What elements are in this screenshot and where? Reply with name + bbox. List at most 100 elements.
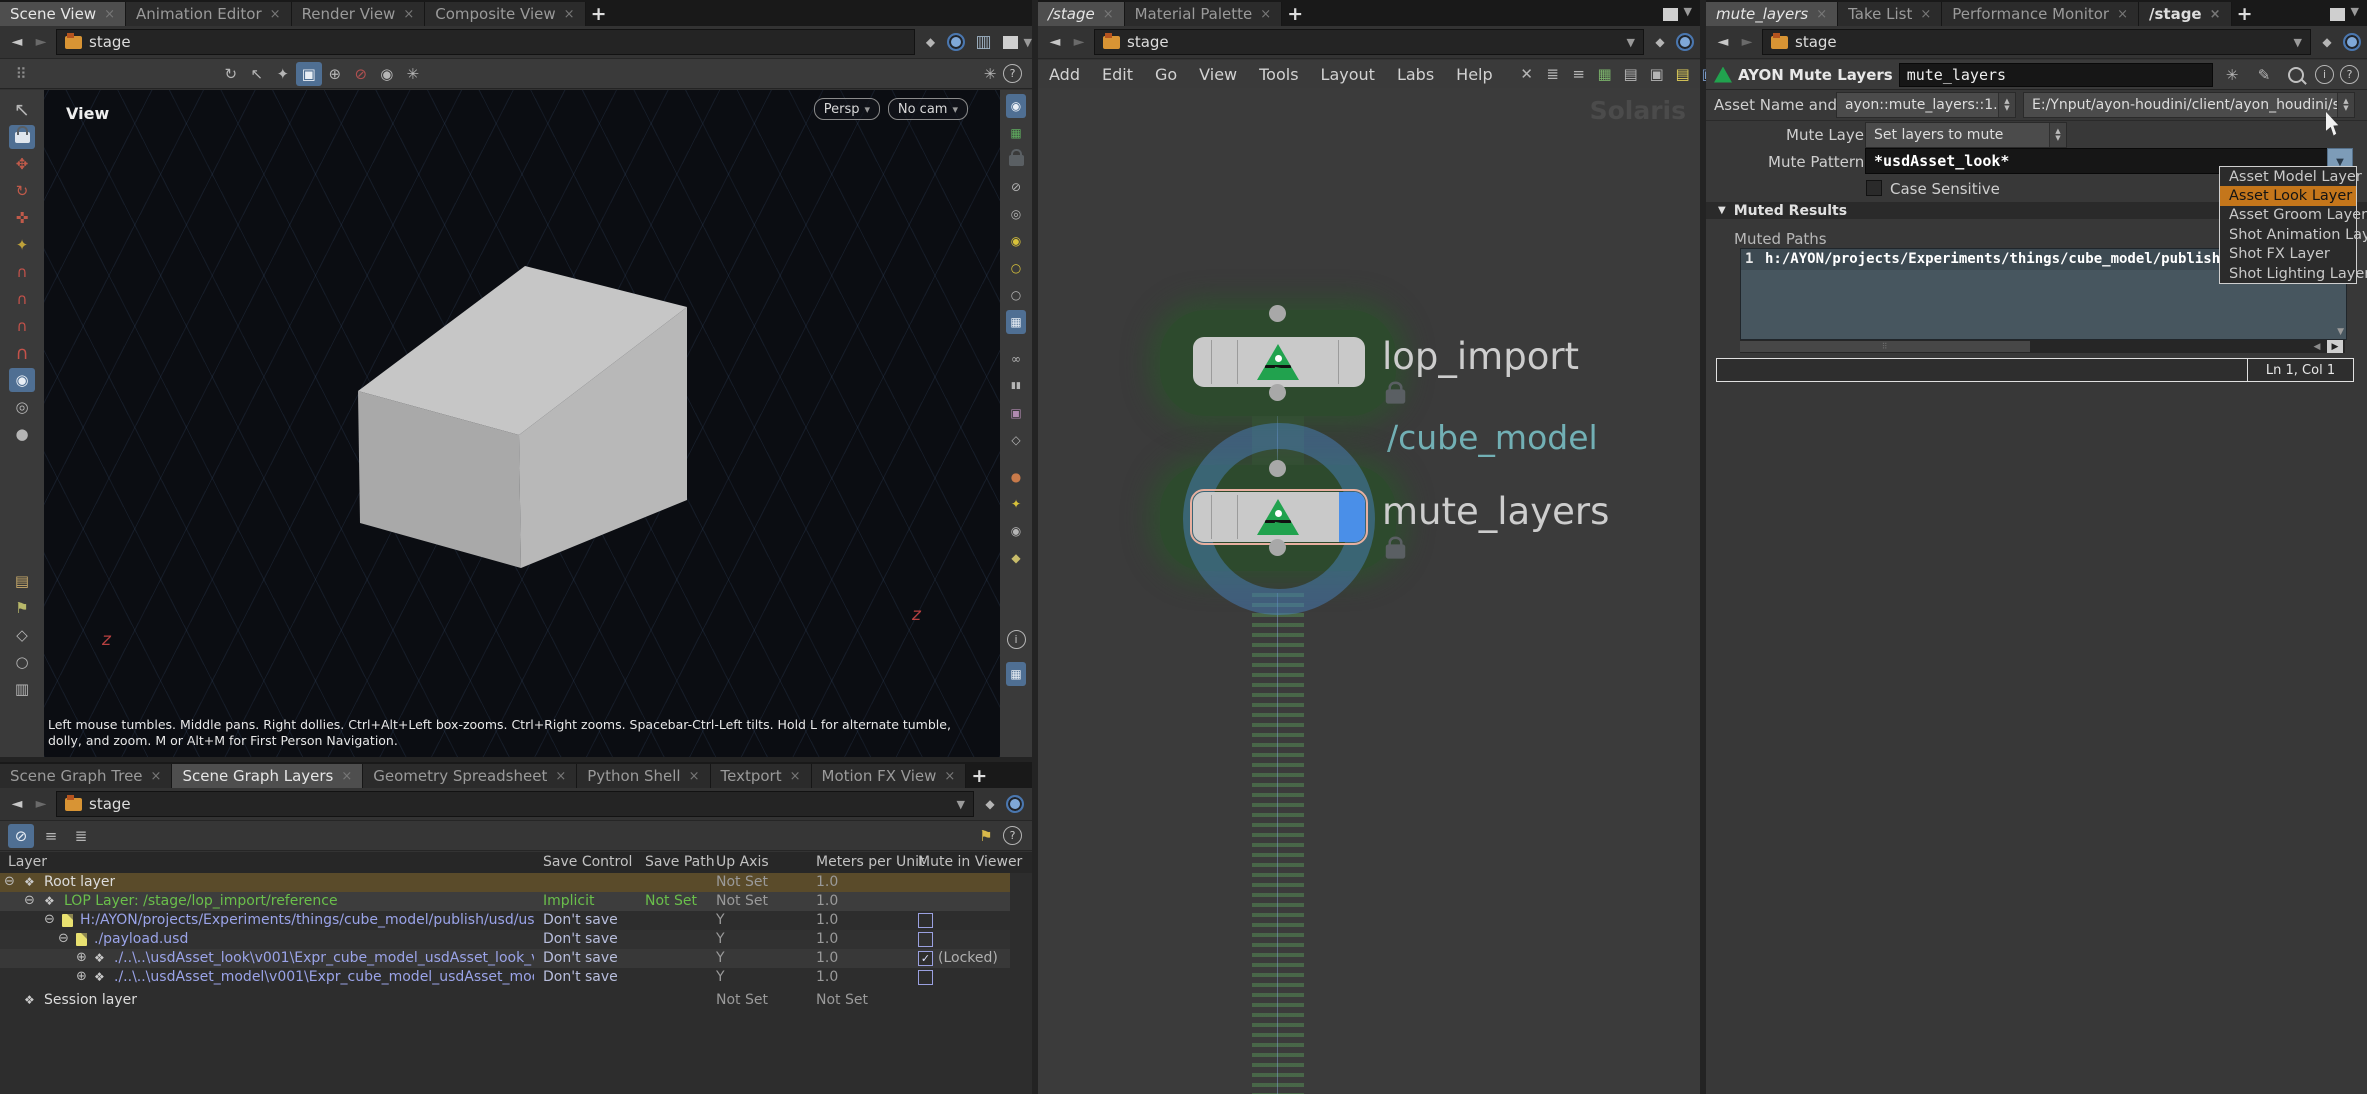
tab-python-shell[interactable]: Python Shell×	[577, 764, 710, 788]
tree-view-icon[interactable]: ≣	[68, 824, 94, 848]
headlight-icon[interactable]: ◉	[1006, 229, 1026, 253]
node-flag-seam[interactable]	[1237, 495, 1238, 539]
shelf-store-icon[interactable]: ▥	[9, 677, 35, 701]
spinner-icon[interactable]: ▲▼	[1998, 93, 2015, 117]
menu-item-asset-look-layer[interactable]: Asset Look Layer	[2220, 186, 2356, 205]
select-tool-icon[interactable]: ↖	[9, 98, 35, 122]
collapse-icon[interactable]: ⊖	[24, 893, 35, 908]
tab-geometry-spreadsheet[interactable]: Geometry Spreadsheet×	[363, 764, 577, 788]
tab-stage-params[interactable]: /stage×	[2139, 2, 2232, 26]
pane-menu-icon[interactable]: ▼	[1684, 5, 1692, 18]
spin-down-icon[interactable]: ▼	[2343, 105, 2348, 112]
help-icon[interactable]: ?	[1003, 64, 1022, 83]
tab-composite-view[interactable]: Composite View×	[425, 2, 585, 26]
wireframe-icon[interactable]: ▦	[1006, 121, 1026, 145]
collapse-icon[interactable]: ⊖	[58, 931, 69, 946]
rotate-tool-icon[interactable]: ↻	[9, 179, 35, 203]
scale-tool-icon[interactable]: ✜	[9, 206, 35, 230]
new-tab-button[interactable]: +	[586, 2, 612, 26]
table-row-usd-model[interactable]: ⊕ ❖ ./..\..\usdAsset_model\v001\Expr_cub…	[0, 968, 1010, 987]
close-icon[interactable]: ×	[1103, 7, 1114, 22]
new-tab-button[interactable]: +	[966, 764, 992, 788]
pin-icon[interactable]: ◆	[1650, 30, 1670, 54]
mute-checkbox[interactable]	[918, 970, 933, 985]
back-icon[interactable]: ◄	[1046, 33, 1064, 51]
tab-motion-fx-view[interactable]: Motion FX View×	[812, 764, 967, 788]
toolbar-handle-icon[interactable]: ⠿	[8, 62, 34, 86]
node-lop-import[interactable]	[1193, 337, 1365, 387]
editor-hscrollbar[interactable]: ⠿ ◀ ▶	[1740, 340, 2345, 353]
spin-down-icon[interactable]: ▼	[2055, 135, 2060, 142]
select-mode-icon[interactable]: ▣	[296, 62, 322, 86]
viewport-settings-icon[interactable]: ✳	[400, 62, 426, 86]
asset-version-combo[interactable]: ayon::mute_layers::1.0 ▲▼	[1836, 92, 2016, 118]
hscroll-thumb[interactable]: ⠿	[1740, 341, 2030, 352]
sticky-note-icon[interactable]: ▤	[1670, 62, 1696, 86]
node-flag-seam[interactable]	[1211, 495, 1212, 539]
input-connector[interactable]	[1269, 460, 1286, 477]
pane-maximize-icon[interactable]	[2330, 8, 2345, 21]
tab-render-view[interactable]: Render View×	[292, 2, 426, 26]
forward-icon[interactable]: ►	[1738, 33, 1756, 51]
forward-icon[interactable]: ►	[32, 33, 50, 51]
tab-animation-editor[interactable]: Animation Editor×	[126, 2, 292, 26]
input-connector[interactable]	[1269, 305, 1286, 322]
flag-icon[interactable]: ⚑	[973, 824, 999, 848]
snapshot-gallery-icon[interactable]: ▣	[1006, 401, 1026, 425]
close-icon[interactable]: ×	[341, 769, 352, 784]
tab-scene-graph-tree[interactable]: Scene Graph Tree×	[0, 764, 172, 788]
link-target-icon[interactable]	[947, 33, 965, 51]
tab-performance-monitor[interactable]: Performance Monitor×	[1942, 2, 2139, 26]
link-target-icon[interactable]	[2343, 33, 2361, 51]
menu-view[interactable]: View	[1188, 65, 1248, 84]
close-icon[interactable]: ×	[2117, 7, 2128, 22]
spinner-icon[interactable]: ▲▼	[2049, 123, 2066, 147]
material-preview-icon[interactable]: ●	[1006, 465, 1026, 489]
snap-curve-icon[interactable]: ∩	[9, 287, 35, 311]
link-target-icon[interactable]	[1006, 795, 1024, 813]
menu-labs[interactable]: Labs	[1386, 65, 1445, 84]
close-icon[interactable]: ×	[564, 7, 575, 22]
pane-menu-icon[interactable]: ▼	[1024, 36, 1032, 49]
spinner-icon[interactable]: ▲▼	[2337, 93, 2354, 117]
node-mute-layers[interactable]	[1193, 492, 1365, 542]
menu-edit[interactable]: Edit	[1091, 65, 1144, 84]
close-icon[interactable]: ×	[403, 7, 414, 22]
tab-material-palette[interactable]: Material Palette×	[1125, 2, 1283, 26]
tab-stage[interactable]: /stage×	[1038, 2, 1125, 26]
cube-display-icon[interactable]: ▥	[971, 30, 997, 54]
node-flag-seam[interactable]	[1211, 340, 1212, 384]
table-row-lop-layer[interactable]: ⊖ ❖ LOP Layer: /stage/lop_import/referen…	[0, 892, 1010, 911]
column-header[interactable]: Mute in Viewer	[918, 854, 1022, 870]
mute-checkbox[interactable]	[918, 932, 933, 947]
high-quality-light-icon[interactable]: ○	[1006, 256, 1026, 280]
case-sensitive-checkbox[interactable]	[1866, 180, 1882, 196]
scroll-right-icon[interactable]: ▶	[2327, 340, 2343, 353]
table-row-usd-asset[interactable]: ⊖ H:/AYON/projects/Experiments/things/cu…	[0, 911, 1010, 930]
shelf-circle-icon[interactable]: ○	[9, 650, 35, 674]
lights-off-icon[interactable]: ⊘	[1006, 175, 1026, 199]
menu-item-shot-fx-layer[interactable]: Shot FX Layer	[2220, 245, 2356, 264]
mute-filter-icon[interactable]: ⊘	[8, 824, 34, 848]
asset-path-field[interactable]: E:/Ynput/ayon-houdini/client/ayon_houdin…	[2023, 92, 2355, 118]
close-icon[interactable]: ×	[790, 769, 801, 784]
shelf-grid-icon[interactable]: ▤	[9, 569, 35, 593]
menu-help[interactable]: Help	[1445, 65, 1503, 84]
column-header[interactable]: Layer	[8, 854, 47, 870]
back-icon[interactable]: ◄	[8, 33, 26, 51]
back-icon[interactable]: ◄	[1714, 33, 1732, 51]
spin-down-icon[interactable]: ▼	[2004, 105, 2009, 112]
normal-lighting-icon[interactable]: ◎	[1006, 202, 1026, 226]
column-header[interactable]: Save Control	[543, 854, 632, 870]
snap-multi-icon[interactable]: ∩	[9, 341, 35, 365]
menu-tools[interactable]: Tools	[1248, 65, 1309, 84]
snap-point-icon[interactable]: ∩	[9, 314, 35, 338]
params-path-field[interactable]: stage ▼	[1762, 29, 2311, 55]
tab-take-list[interactable]: Take List×	[1838, 2, 1942, 26]
scene-viewport[interactable]: View Persp▾ No cam▾ z z Left mouse tumbl…	[44, 90, 1000, 757]
new-tab-button[interactable]: +	[1282, 2, 1308, 26]
camera-tool-icon[interactable]: ◉	[9, 368, 35, 392]
chevron-down-icon[interactable]: ▼	[2294, 36, 2302, 49]
hand-tool-icon[interactable]: ◇	[1006, 428, 1026, 452]
lock-camera-icon[interactable]	[1006, 148, 1026, 172]
